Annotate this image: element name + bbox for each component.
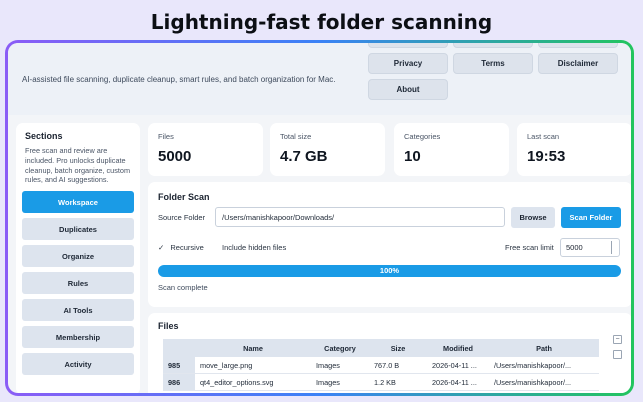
column-header-size[interactable]: Size: [369, 339, 427, 357]
stat-label: Total size: [280, 132, 312, 141]
folder-scan-panel: Folder Scan Source Folder /Users/manishk…: [148, 182, 631, 307]
sidebar-item-ai-tools[interactable]: AI Tools: [22, 299, 134, 322]
privacy-button[interactable]: Privacy: [368, 53, 448, 74]
header: AI-assisted file scanning, duplicate cle…: [8, 43, 631, 115]
sidebar-item-membership[interactable]: Membership: [22, 326, 134, 349]
include-hidden-label: Include hidden files: [222, 243, 287, 252]
cell-name: qt4_editor_options.svg: [195, 373, 311, 391]
terms-button[interactable]: Terms: [453, 53, 533, 74]
table-scrollbar[interactable]: −: [613, 335, 625, 365]
stat-card-last-scan: Last scan 19:53: [517, 123, 631, 176]
files-panel: Files Name Category Size Modified Path 9…: [148, 313, 631, 393]
cell-modified: 2026-04-11 ...: [427, 373, 489, 391]
scan-limit-label: Free scan limit: [505, 243, 554, 252]
app-frame: AI-assisted file scanning, duplicate cle…: [5, 40, 634, 396]
folder-scan-title: Folder Scan: [158, 192, 210, 202]
scan-progress-bar: 100%: [158, 265, 621, 277]
cell-name: move_large.png: [195, 357, 311, 374]
scan-limit-input[interactable]: 5000: [560, 238, 620, 257]
column-header-modified[interactable]: Modified: [427, 339, 489, 357]
files-table: Name Category Size Modified Path 985 mov…: [163, 339, 599, 391]
disclaimer-button[interactable]: Disclaimer: [538, 53, 618, 74]
sidebar-item-activity[interactable]: Activity: [22, 353, 134, 376]
cell-category: Images: [311, 373, 369, 391]
column-header-category[interactable]: Category: [311, 339, 369, 357]
stat-label: Files: [158, 132, 174, 141]
cell-modified: 2026-04-11 ...: [427, 357, 489, 374]
sidebar: Sections Free scan and review are includ…: [16, 123, 140, 393]
cell-size: 767.0 B: [369, 357, 427, 374]
stat-card-total-size: Total size 4.7 GB: [270, 123, 385, 176]
marketing-headline: Lightning-fast folder scanning: [150, 10, 493, 34]
row-index: 986: [163, 373, 195, 391]
scroll-box-icon[interactable]: [613, 350, 622, 359]
cell-path: /Users/manishkapoor/...: [489, 373, 599, 391]
column-header-index[interactable]: [163, 339, 195, 357]
stat-card-files: Files 5000: [148, 123, 263, 176]
browse-button[interactable]: Browse: [511, 207, 555, 228]
sidebar-item-rules[interactable]: Rules: [22, 272, 134, 295]
table-row[interactable]: 986 qt4_editor_options.svg Images 1.2 KB…: [163, 373, 599, 391]
sidebar-item-duplicates[interactable]: Duplicates: [22, 218, 134, 241]
stat-value: 4.7 GB: [280, 148, 328, 165]
include-hidden-checkbox[interactable]: Include hidden files: [222, 243, 286, 252]
cell-size: 1.2 KB: [369, 373, 427, 391]
collapse-icon[interactable]: −: [613, 335, 622, 344]
column-header-name[interactable]: Name: [195, 339, 311, 357]
header-button-partial[interactable]: [538, 43, 618, 48]
stat-label: Categories: [404, 132, 441, 141]
cell-path: /Users/manishkapoor/...: [489, 357, 599, 374]
stat-value: 10: [404, 148, 421, 165]
stat-value: 19:53: [527, 148, 566, 165]
stat-card-categories: Categories 10: [394, 123, 509, 176]
header-buttons: Privacy Terms Disclaimer About: [368, 43, 618, 100]
header-button-partial[interactable]: [368, 43, 448, 48]
stepper-icon[interactable]: [611, 241, 615, 254]
files-title: Files: [158, 321, 179, 331]
source-folder-label: Source Folder: [158, 213, 206, 222]
row-index: 985: [163, 357, 195, 374]
about-button[interactable]: About: [368, 79, 448, 100]
source-folder-input[interactable]: /Users/manishkapoor/Downloads/: [215, 207, 505, 227]
column-header-path[interactable]: Path: [489, 339, 599, 357]
recursive-checkbox[interactable]: ✓ Recursive: [158, 243, 204, 252]
scan-folder-button[interactable]: Scan Folder: [561, 207, 621, 228]
scan-status: Scan complete: [158, 283, 208, 292]
table-row[interactable]: 985 move_large.png Images 767.0 B 2026-0…: [163, 357, 599, 374]
header-button-partial[interactable]: [453, 43, 533, 48]
app-window: AI-assisted file scanning, duplicate cle…: [8, 43, 631, 393]
check-icon: ✓: [158, 243, 165, 252]
sidebar-title: Sections: [25, 131, 63, 141]
table-header-row: Name Category Size Modified Path: [163, 339, 599, 357]
app-tagline: AI-assisted file scanning, duplicate cle…: [22, 75, 336, 84]
stat-value: 5000: [158, 148, 192, 165]
sidebar-description: Free scan and review are included. Pro u…: [25, 146, 131, 185]
cell-category: Images: [311, 357, 369, 374]
stat-label: Last scan: [527, 132, 560, 141]
files-table-wrap: Name Category Size Modified Path 985 mov…: [163, 339, 599, 391]
scan-limit-value: 5000: [566, 243, 583, 252]
sidebar-item-workspace[interactable]: Workspace: [22, 191, 134, 214]
sidebar-item-organize[interactable]: Organize: [22, 245, 134, 268]
recursive-label: Recursive: [170, 243, 204, 252]
